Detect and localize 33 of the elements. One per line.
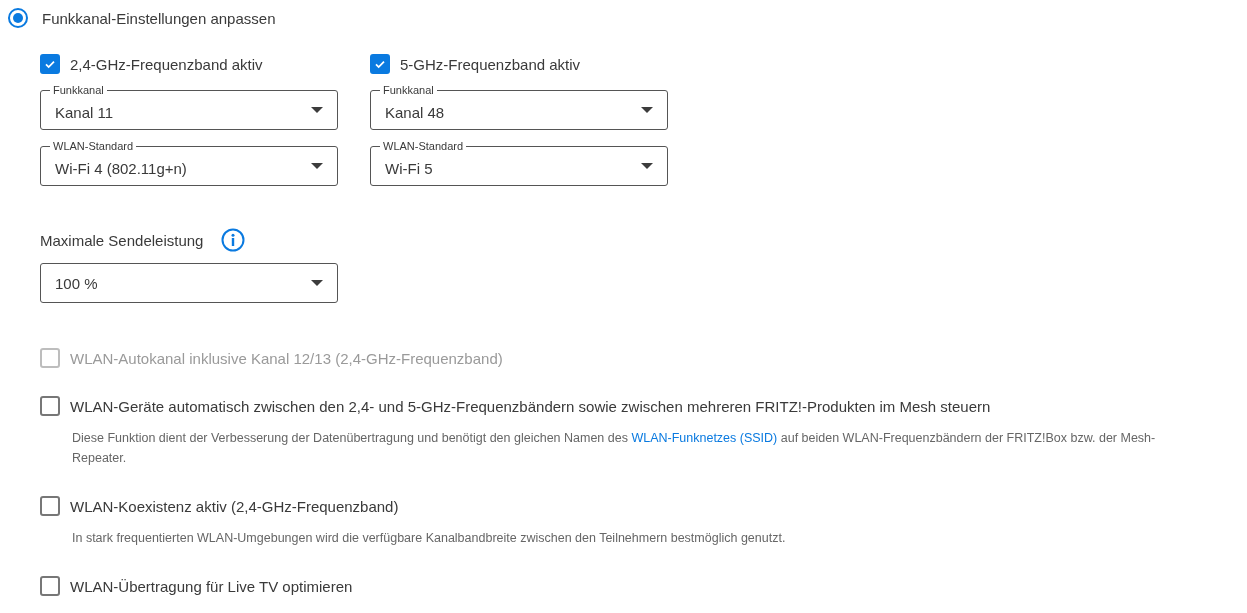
select-value: Wi-Fi 5 — [385, 158, 434, 177]
checkbox-label: 5-GHz-Frequenzband aktiv — [400, 55, 581, 73]
select-value: Kanal 11 — [55, 102, 115, 121]
radio-button[interactable] — [8, 8, 28, 28]
checkbox-label: WLAN-Geräte automatisch zwischen den 2,4- und 5-GHz-Frequenzbändern sowie zwischen mehreren FRITZ!-Produkten im Mesh steuern — [70, 397, 991, 415]
caret-icon — [641, 163, 653, 169]
network-link[interactable]: WLAN-Funknetzes (SSID) — [631, 431, 778, 445]
checkbox-label: WLAN-Autokanal inklusive Kanal 12/13 (2,4-GHz-Frequenzband) — [70, 349, 503, 367]
field-label: Funkkanal — [380, 84, 437, 96]
info-icon[interactable] — [221, 228, 246, 252]
field-label: WLAN-Standard — [380, 140, 467, 152]
checkbox[interactable] — [40, 576, 60, 596]
radio-label: Funkkanal-Einstellungen anpassen — [42, 9, 276, 27]
option-description: In stark frequentierten WLAN-Umgebungen wird die verfügbare Kanalbandbreite zwischen den Teilnehmern bestmöglich genutzt. — [72, 530, 787, 547]
select-value: Kanal 48 — [385, 102, 446, 121]
checkbox[interactable] — [40, 54, 60, 74]
checkbox-label: WLAN-Koexistenz aktiv (2,4-GHz-Frequenzband) — [70, 497, 399, 515]
option-description: Diese Funktion dient der Verbesserung der Datenübertragung und benötigt den gleichen Namen des WLAN-Funknetzes (SSID) auf beiden WLAN-Frequenzbändern der FRITZ!Box bzw. der Mesh-Repeater. — [72, 430, 1157, 467]
caret-icon — [311, 163, 323, 169]
field-label: Funkkanal — [50, 84, 107, 96]
select-value: 100 % — [55, 274, 99, 292]
checkbox[interactable] — [40, 496, 60, 516]
select-field[interactable]: 100 % — [40, 263, 338, 303]
checkbox[interactable] — [370, 54, 390, 74]
checkbox-label: WLAN-Übertragung für Live TV optimieren — [70, 577, 353, 595]
caret-icon — [311, 107, 323, 113]
caret-icon — [311, 280, 323, 286]
caret-icon — [641, 107, 653, 113]
checkbox[interactable] — [40, 396, 60, 416]
power-label: Maximale Sendeleistung — [40, 231, 204, 249]
select-value: Wi-Fi 4 (802.11g+n) — [55, 158, 188, 177]
field-label: WLAN-Standard — [50, 140, 137, 152]
checkbox-label: 2,4-GHz-Frequenzband aktiv — [70, 55, 263, 73]
